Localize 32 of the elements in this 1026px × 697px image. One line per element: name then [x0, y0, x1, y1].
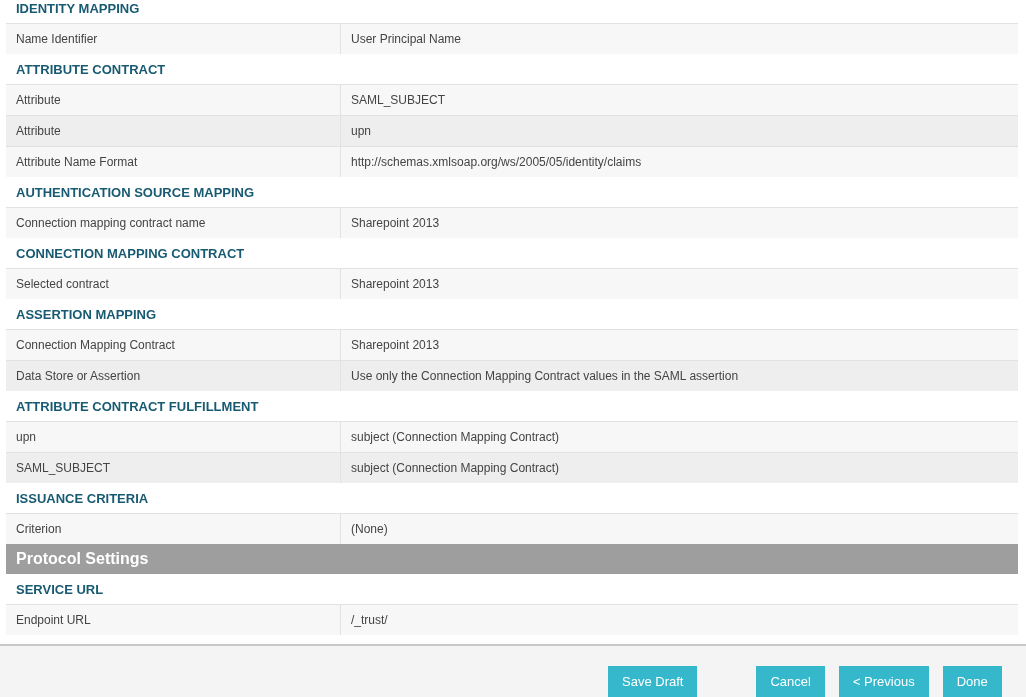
section-heading: CONNECTION MAPPING CONTRACT — [15, 244, 246, 263]
value-cell-text: Sharepoint 2013 — [350, 215, 441, 232]
section-heading: SERVICE URL — [15, 580, 105, 599]
value-cell-text: (None) — [350, 521, 389, 538]
value-cell-text: /_trust/ — [350, 612, 389, 629]
value-cell-text: subject (Connection Mapping Contract) — [350, 460, 561, 477]
label-cell: Connection mapping contract name — [6, 208, 341, 238]
section-heading: ASSERTION MAPPING — [15, 305, 158, 324]
nav-button[interactable]: Done — [942, 666, 1002, 697]
value-cell-text: Sharepoint 2013 — [350, 276, 441, 293]
value-cell-text: upn — [350, 123, 373, 140]
section-heading: AUTHENTICATION SOURCE MAPPING — [15, 183, 256, 202]
label-cell: Attribute Name Format — [6, 147, 341, 177]
label-cell: SAML_SUBJECT — [6, 453, 341, 483]
section-heading: ATTRIBUTE CONTRACT — [15, 60, 167, 79]
value-cell-text: SAML_SUBJECT — [350, 92, 447, 109]
value-cell-text: Sharepoint 2013 — [350, 337, 441, 354]
value-cell-text: User Principal Name — [350, 31, 463, 48]
section-heading: ISSUANCE CRITERIA — [15, 489, 150, 508]
label-cell: Data Store or Assertion — [6, 361, 341, 391]
nav-button[interactable]: < Previous — [838, 666, 929, 697]
label-cell: Name Identifier — [6, 24, 341, 54]
label-cell: Endpoint URL — [6, 605, 341, 635]
section-banner: Protocol Settings — [6, 544, 1018, 574]
label-cell: Selected contract — [6, 269, 341, 299]
value-cell-text: subject (Connection Mapping Contract) — [350, 429, 561, 446]
section-heading: IDENTITY MAPPING — [15, 0, 141, 18]
value-cell-text: Use only the Connection Mapping Contract values in the SAML assertion — [350, 368, 740, 385]
section-heading: ATTRIBUTE CONTRACT FULFILLMENT — [15, 397, 260, 416]
save-draft-button[interactable]: Save Draft — [608, 666, 698, 697]
nav-button[interactable]: Cancel — [756, 666, 825, 697]
value-cell-text: http://schemas.xmlsoap.org/ws/2005/05/identity/claims — [350, 154, 643, 171]
